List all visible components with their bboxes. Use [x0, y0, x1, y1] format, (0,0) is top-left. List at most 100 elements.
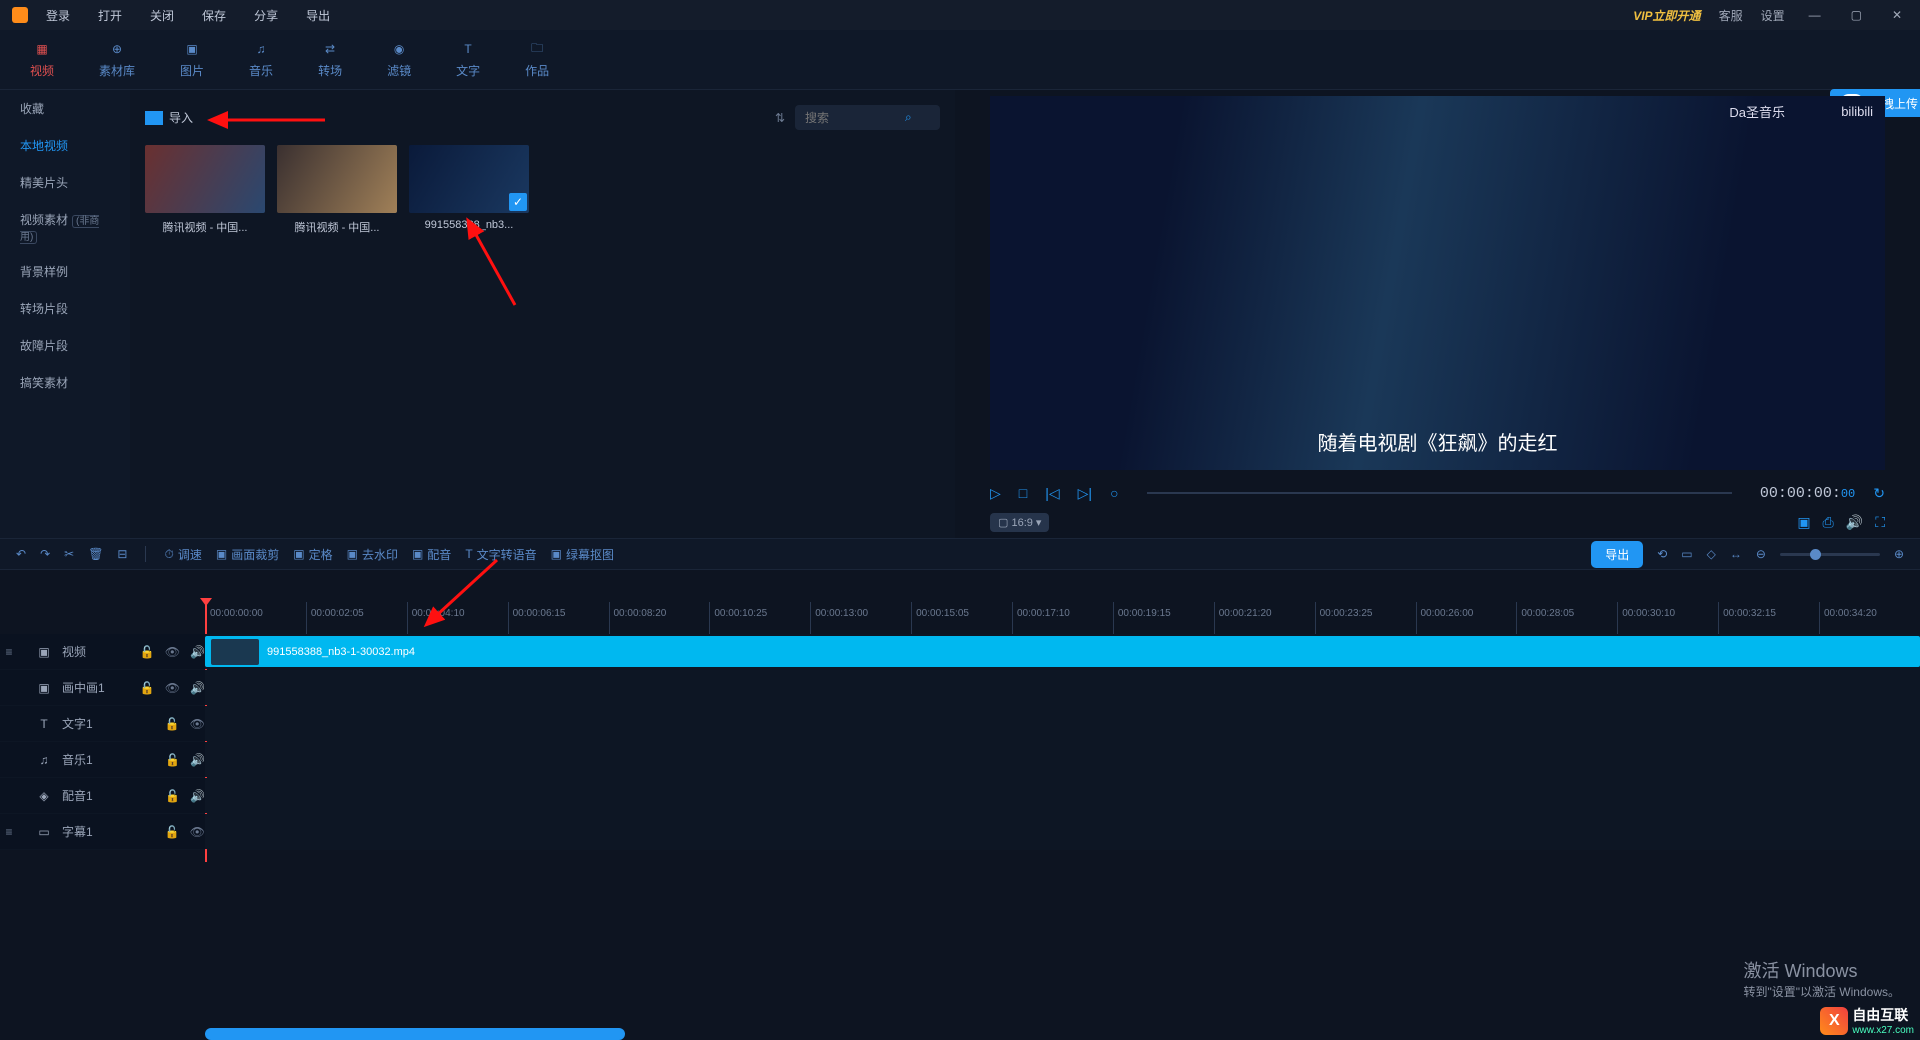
- tab-music[interactable]: ♫ 音乐: [249, 40, 273, 79]
- search-input[interactable]: [805, 111, 905, 125]
- camera-icon[interactable]: ⎙: [1823, 514, 1834, 531]
- vip-link[interactable]: VIP立即开通: [1633, 7, 1700, 24]
- lock-icon[interactable]: 🔓: [165, 717, 180, 731]
- next-frame-icon[interactable]: ▷|: [1078, 485, 1092, 502]
- zoom-slider[interactable]: [1780, 553, 1880, 556]
- cat-fault-clip[interactable]: 故障片段: [0, 327, 130, 364]
- tracks-collapse-icon[interactable]: ≡: [0, 634, 18, 670]
- lock-icon[interactable]: 🔓: [165, 825, 180, 839]
- watermark-button[interactable]: ▣ 去水印: [347, 546, 398, 563]
- sort-icon[interactable]: ⇅: [775, 111, 785, 125]
- timecode-display: 00:00:00:00: [1760, 485, 1855, 502]
- mute-icon[interactable]: 🔊: [190, 681, 205, 695]
- play-icon[interactable]: ▷: [990, 485, 1001, 502]
- tracks-expand-icon[interactable]: ≡: [0, 814, 18, 850]
- login-button[interactable]: 登录: [46, 7, 70, 24]
- lock-icon[interactable]: 🔓: [165, 789, 180, 803]
- undo-icon[interactable]: ↶: [16, 547, 26, 561]
- text-track-icon: T: [36, 717, 52, 731]
- media-thumb-0[interactable]: 腾讯视频 - 中国...: [145, 145, 265, 235]
- eye-icon[interactable]: 👁: [190, 717, 205, 731]
- cat-transition-clip[interactable]: 转场片段: [0, 290, 130, 327]
- filter-icon: ◉: [388, 40, 410, 58]
- fullscreen-icon[interactable]: ⛶: [1875, 514, 1885, 531]
- aspect-ratio-button[interactable]: ▢ 16:9 ▾: [990, 513, 1049, 532]
- tab-text[interactable]: T 文字: [456, 40, 480, 79]
- lock-icon[interactable]: 🔓: [140, 681, 155, 695]
- eye-icon[interactable]: 👁: [165, 681, 180, 695]
- cut-icon[interactable]: ✂: [64, 547, 74, 561]
- close-menu[interactable]: 关闭: [150, 7, 174, 24]
- record-icon[interactable]: ○: [1110, 485, 1118, 501]
- lock-icon[interactable]: 🔓: [140, 645, 155, 659]
- search-box[interactable]: ⌕: [795, 105, 940, 130]
- cat-fine-opening[interactable]: 精美片头: [0, 164, 130, 201]
- progress-bar[interactable]: [1147, 492, 1732, 494]
- freeze-button[interactable]: ▣ 定格: [293, 546, 332, 563]
- preview-subtitle: 随着电视剧《狂飙》的走红: [990, 427, 1885, 456]
- rect-icon[interactable]: ▭: [1681, 547, 1692, 561]
- export-button[interactable]: 导出: [1591, 541, 1643, 568]
- maximize-icon[interactable]: ▢: [1845, 8, 1868, 22]
- tab-video[interactable]: ▦ 视频: [30, 40, 54, 79]
- cat-local-video[interactable]: 本地视频: [0, 127, 130, 164]
- zoom-out-icon[interactable]: ⊖: [1756, 547, 1766, 561]
- site-watermark: X 自由互联 www.x27.com: [1820, 1005, 1914, 1036]
- import-icon: [145, 111, 163, 125]
- diamond-icon[interactable]: ◇: [1707, 547, 1716, 561]
- eye-icon[interactable]: 👁: [165, 645, 180, 659]
- close-icon[interactable]: ✕: [1886, 8, 1908, 22]
- snapshot-icon[interactable]: ▣: [1797, 514, 1810, 531]
- import-button[interactable]: 导入: [145, 109, 193, 126]
- cat-bg-sample[interactable]: 背景样例: [0, 253, 130, 290]
- tab-image[interactable]: ▣ 图片: [180, 40, 204, 79]
- cat-funny-material[interactable]: 搞笑素材: [0, 364, 130, 401]
- lock-icon[interactable]: 🔓: [165, 753, 180, 767]
- preview-watermark-left: Da圣音乐: [1729, 102, 1785, 121]
- timeline-ruler[interactable]: 00:00:00:0000:00:02:0500:00:04:1000:00:0…: [205, 602, 1920, 634]
- open-menu[interactable]: 打开: [98, 7, 122, 24]
- video-clip[interactable]: 991558388_nb3-1-30032.mp4: [205, 636, 1920, 667]
- music-icon: ♫: [250, 40, 272, 58]
- settings-link[interactable]: 设置: [1761, 7, 1785, 24]
- dub-track-icon: ◈: [36, 789, 52, 803]
- volume-icon[interactable]: 🔊: [1846, 514, 1863, 531]
- minimize-icon[interactable]: —: [1803, 8, 1827, 22]
- tab-material[interactable]: ⊕ 素材库: [99, 40, 135, 79]
- split-icon[interactable]: ⊟: [117, 547, 127, 561]
- redo-icon[interactable]: ↷: [40, 547, 50, 561]
- eye-icon[interactable]: 👁: [190, 825, 205, 839]
- zoom-fit-icon[interactable]: ⟲: [1657, 547, 1667, 561]
- export-menu[interactable]: 导出: [306, 7, 330, 24]
- zoom-in-icon[interactable]: ⊕: [1894, 547, 1904, 561]
- music-track-icon: ♫: [36, 753, 52, 767]
- speed-button[interactable]: ⏱ 调速: [164, 546, 201, 563]
- cat-video-material[interactable]: 视频素材(非商用): [0, 201, 130, 253]
- tab-works[interactable]: 🗀 作品: [525, 40, 549, 79]
- subtitle-track-icon: ▭: [36, 825, 52, 839]
- kefu-link[interactable]: 客服: [1719, 7, 1743, 24]
- share-menu[interactable]: 分享: [254, 7, 278, 24]
- mute-icon[interactable]: 🔊: [190, 753, 205, 767]
- tab-transition[interactable]: ⇄ 转场: [318, 40, 342, 79]
- greenscreen-button[interactable]: ▣ 绿幕抠图: [551, 546, 614, 563]
- horizontal-scrollbar[interactable]: [205, 1028, 625, 1040]
- delete-icon[interactable]: 🗑: [88, 547, 103, 561]
- media-thumb-2[interactable]: ✓ 991558388_nb3...: [409, 145, 529, 235]
- arrows-icon[interactable]: ↔: [1730, 547, 1742, 561]
- loop-icon[interactable]: ↻: [1873, 485, 1885, 502]
- stop-icon[interactable]: □: [1019, 485, 1027, 501]
- titlebar: 登录 打开 关闭 保存 分享 导出 VIP立即开通 客服 设置 — ▢ ✕: [0, 0, 1920, 30]
- prev-frame-icon[interactable]: |◁: [1045, 485, 1059, 502]
- cat-favorite[interactable]: 收藏: [0, 90, 130, 127]
- crop-button[interactable]: ▣ 画面裁剪: [216, 546, 279, 563]
- video-preview[interactable]: Da圣音乐 bilibili 随着电视剧《狂飙》的走红: [990, 96, 1885, 470]
- tab-filter[interactable]: ◉ 滤镜: [387, 40, 411, 79]
- media-thumb-1[interactable]: 腾讯视频 - 中国...: [277, 145, 397, 235]
- save-menu[interactable]: 保存: [202, 7, 226, 24]
- tts-button[interactable]: T 文字转语音: [465, 546, 536, 563]
- search-icon[interactable]: ⌕: [905, 110, 912, 125]
- mute-icon[interactable]: 🔊: [190, 645, 205, 659]
- dub-button[interactable]: ▣ 配音: [412, 546, 451, 563]
- mute-icon[interactable]: 🔊: [190, 789, 205, 803]
